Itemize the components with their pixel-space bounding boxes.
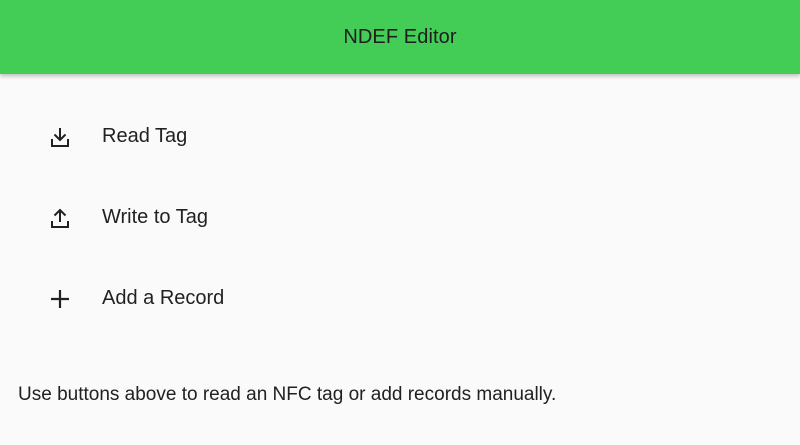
read-tag-button[interactable]: Read Tag <box>0 96 800 177</box>
write-to-tag-label: Write to Tag <box>102 206 208 228</box>
upload-icon <box>48 206 72 230</box>
hint-text: Use buttons above to read an NFC tag or … <box>18 384 557 405</box>
app-bar: NDEF Editor <box>0 0 800 74</box>
download-icon <box>48 125 72 149</box>
add-record-button[interactable]: Add a Record <box>0 258 800 339</box>
app-title: NDEF Editor <box>343 25 457 48</box>
action-menu: Read Tag Write to Tag Add a Record <box>0 96 800 339</box>
write-to-tag-button[interactable]: Write to Tag <box>0 177 800 258</box>
read-tag-label: Read Tag <box>102 125 188 147</box>
add-record-label: Add a Record <box>102 287 225 309</box>
plus-icon <box>48 287 72 311</box>
